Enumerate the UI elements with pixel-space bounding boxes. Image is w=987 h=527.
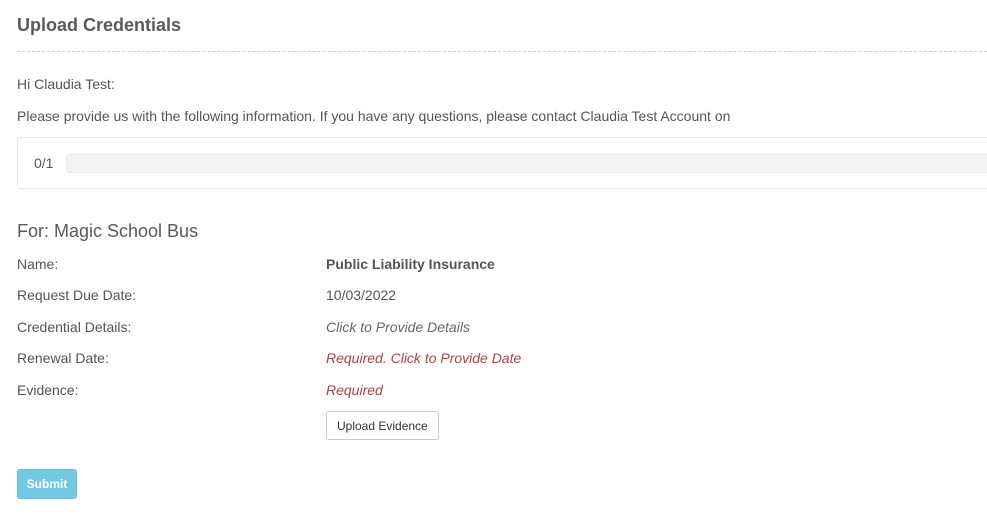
progress-panel: 0/1 — [17, 137, 987, 189]
due-date-label: Request Due Date: — [17, 287, 137, 303]
credential-details-link[interactable]: Click to Provide Details — [326, 319, 470, 335]
evidence-label: Evidence: — [17, 382, 79, 398]
greeting-text: Hi Claudia Test: — [17, 76, 115, 92]
request-heading: For: Magic School Bus — [17, 221, 199, 241]
submit-button[interactable]: Submit — [17, 469, 77, 499]
credential-name-value: Public Liability Insurance — [326, 256, 495, 272]
page-title: Upload Credentials — [17, 15, 182, 35]
progress-bar — [66, 154, 987, 173]
credential-details-label: Credential Details: — [17, 319, 132, 335]
evidence-status: Required — [326, 382, 383, 398]
name-label: Name: — [17, 256, 59, 272]
upload-evidence-button[interactable]: Upload Evidence — [326, 411, 439, 440]
instructions-text: Please provide us with the following inf… — [17, 108, 731, 124]
due-date-value: 10/03/2022 — [326, 287, 397, 303]
progress-count: 0/1 — [34, 155, 54, 171]
renewal-date-link[interactable]: Required. Click to Provide Date — [326, 350, 521, 366]
header-divider — [17, 51, 987, 52]
renewal-date-label: Renewal Date: — [17, 350, 109, 366]
